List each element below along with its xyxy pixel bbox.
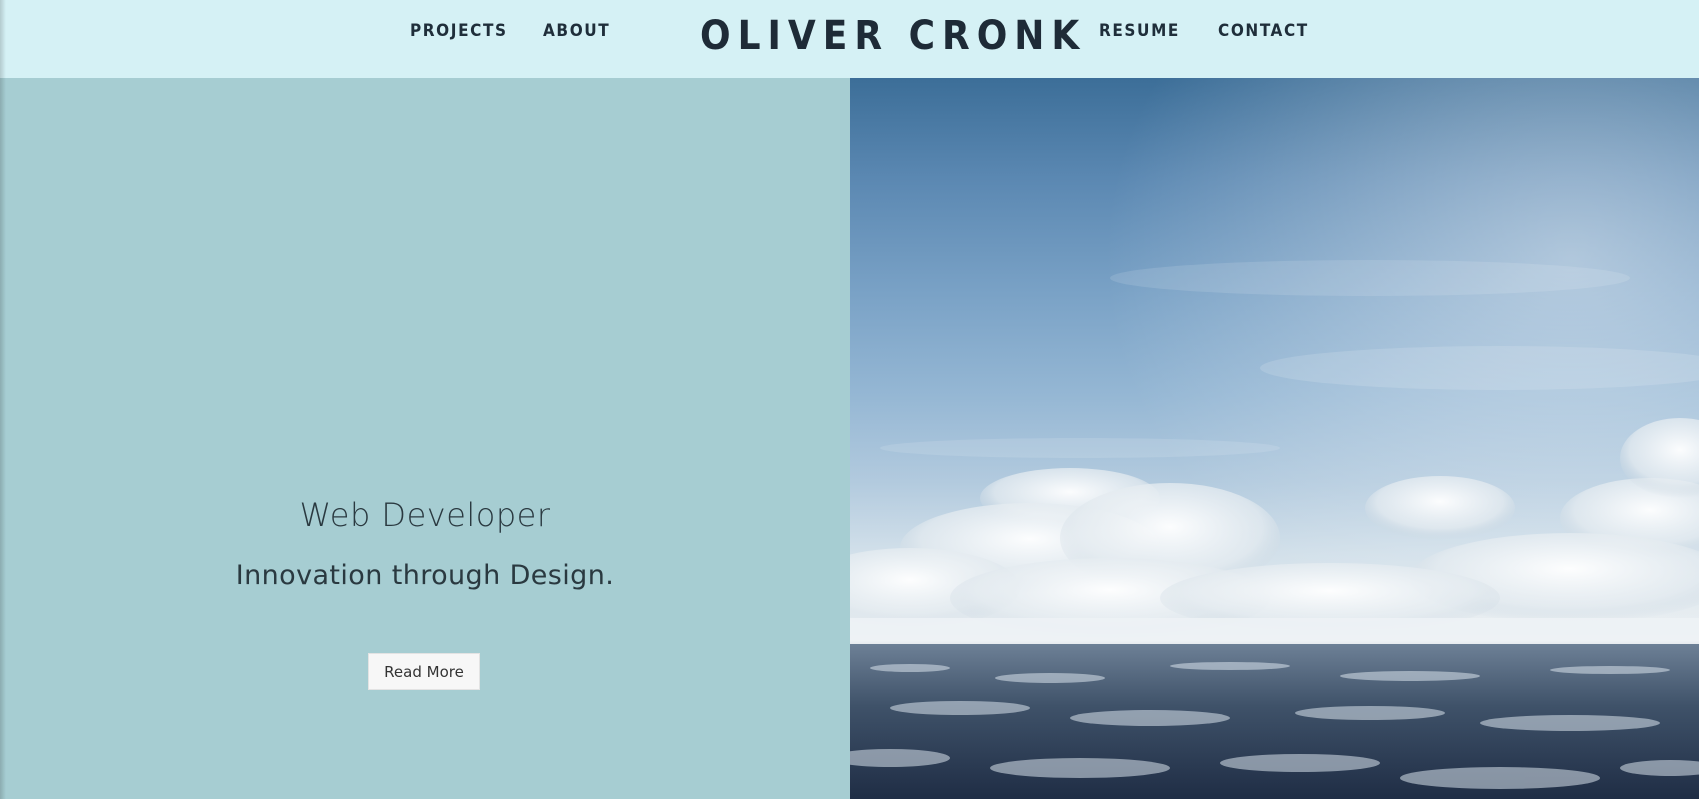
- nav-link-resume[interactable]: RESUME: [1099, 19, 1180, 43]
- site-header: PROJECTS ABOUT OLIVER CRONK RESUME CONTA…: [0, 0, 1699, 78]
- hero-tagline: Innovation through Design.: [235, 560, 615, 591]
- sky-sea-illustration: [850, 78, 1699, 799]
- hero-image: [850, 78, 1699, 799]
- site-logo-title[interactable]: OLIVER CRONK: [700, 11, 1079, 61]
- nav-link-projects[interactable]: PROJECTS: [410, 19, 508, 43]
- page: PROJECTS ABOUT OLIVER CRONK RESUME CONTA…: [0, 0, 1699, 799]
- read-more-button[interactable]: Read More: [368, 653, 480, 690]
- nav-link-about[interactable]: ABOUT: [543, 19, 610, 43]
- left-edge-shadow: [0, 0, 6, 799]
- nav-link-contact[interactable]: CONTACT: [1218, 19, 1309, 43]
- hero-title: Web Developer: [299, 496, 551, 534]
